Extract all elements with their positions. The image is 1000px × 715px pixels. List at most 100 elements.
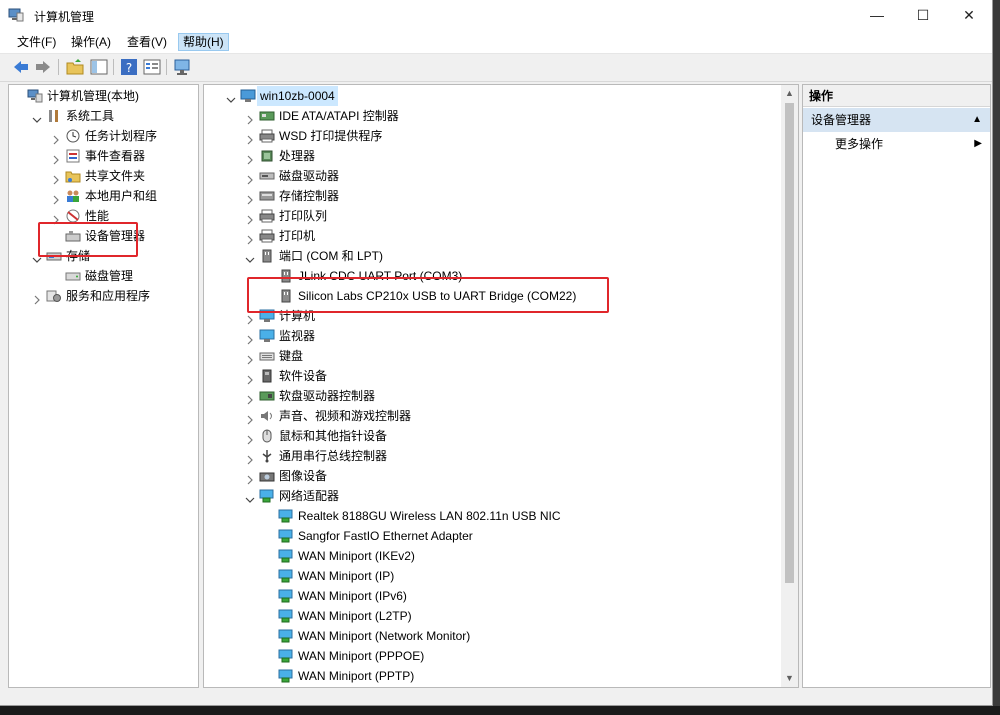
chevron-right-icon[interactable] [51,131,61,145]
device-tree-item[interactable]: WAN Miniport (L2TP) [264,606,784,626]
actions-group-label: 设备管理器 [811,113,872,127]
chevron-right-icon[interactable] [51,191,61,205]
device-tree-item[interactable]: 鼠标和其他指针设备 [245,426,765,446]
device-tree-item[interactable]: WAN Miniport (IP) [264,566,784,586]
device-tree-item[interactable]: WAN Miniport (PPPOE) [264,646,784,666]
chevron-right-icon[interactable] [245,171,255,185]
device-tree-item[interactable]: 打印队列 [245,206,765,226]
monitor-scan-icon[interactable] [173,58,191,76]
navigation-tree-pane: 计算机管理(本地) 系统工具 任务计划程序 事件查看器 共享文件夹 本地用户和组 性能 设备管… [8,84,199,688]
device-tree-item[interactable]: 图像设备 [245,466,765,486]
device-tree-item-label: WAN Miniport (Network Monitor) [298,629,471,643]
chevron-right-icon[interactable] [51,171,61,185]
chevron-right-icon[interactable] [245,451,255,465]
scrollbar-thumb[interactable] [785,103,794,583]
minimize-button[interactable]: — [854,0,900,31]
chevron-right-icon[interactable] [245,111,255,125]
menu-help[interactable]: 帮助(H) [178,33,229,51]
chevron-right-icon[interactable] [245,331,255,345]
nav-tree-item[interactable]: 本地用户和组 [51,186,198,206]
chevron-right-icon[interactable] [245,231,255,245]
device-tree-item[interactable]: 处理器 [245,146,765,166]
device-tree-item-label: 软件设备 [279,369,328,383]
svg-text:?: ? [126,61,132,75]
collapse-up-icon[interactable]: ▲ [972,108,982,132]
device-tree-item[interactable]: 通用串行总线控制器 [245,446,765,466]
menu-view[interactable]: 查看(V) [123,34,171,50]
chevron-right-icon[interactable] [245,431,255,445]
chevron-right-icon[interactable] [245,411,255,425]
device-tree-item[interactable]: 存储控制器 [245,186,765,206]
chevron-right-icon[interactable] [51,211,61,225]
nav-tree-item-label: 服务和应用程序 [66,289,151,303]
nav-tree-item[interactable]: 任务计划程序 [51,126,198,146]
chevron-right-icon[interactable] [245,151,255,165]
menu-action[interactable]: 操作(A) [67,34,115,50]
device-tree-item[interactable]: 打印机 [245,226,765,246]
network-adapter-icon [278,629,294,643]
device-tree-item-label: 端口 (COM 和 LPT) [279,249,383,263]
chevron-right-icon[interactable] [245,211,255,225]
up-folder-icon[interactable] [66,58,84,76]
network-adapter-icon [278,589,294,603]
device-tree-item[interactable]: 磁盘驱动器 [245,166,765,186]
chevron-right-icon[interactable] [245,471,255,485]
maximize-button[interactable]: ☐ [900,0,946,31]
close-button[interactable]: ✕ [946,0,992,31]
device-tree-item[interactable]: 软件设备 [245,366,765,386]
device-tree-item[interactable]: WAN Miniport (PPTP) [264,666,784,686]
device-tree-item-label: 处理器 [279,149,316,163]
device-tree-item[interactable]: 网络适配器 [245,486,765,506]
chevron-right-icon[interactable] [245,391,255,405]
nav-tree-item[interactable]: 系统工具 [32,106,198,126]
device-tree-item[interactable]: IDE ATA/ATAPI 控制器 [245,106,765,126]
device-tree-item[interactable]: 声音、视频和游戏控制器 [245,406,765,426]
forward-arrow-icon[interactable] [34,58,52,76]
title-bar[interactable]: 计算机管理 — ☐ ✕ [0,0,992,31]
device-tree-item[interactable]: 键盘 [245,346,765,366]
chevron-right-icon[interactable] [245,191,255,205]
nav-tree-item-label: 事件查看器 [85,149,146,163]
printer-icon [259,229,275,243]
device-tree-item[interactable]: Realtek 8188GU Wireless LAN 802.11n USB … [264,506,784,526]
chevron-right-icon[interactable] [51,151,61,165]
chevron-down-icon[interactable] [245,251,255,263]
network-adapter-icon [278,669,294,683]
properties-icon[interactable] [143,58,161,76]
device-tree-item-label: Realtek 8188GU Wireless LAN 802.11n USB … [298,509,561,523]
actions-group-device-manager[interactable]: 设备管理器 ▲ [803,108,990,132]
menu-file[interactable]: 文件(F) [13,34,60,50]
chevron-right-icon[interactable] [245,351,255,365]
more-actions-item[interactable]: 更多操作 ▶ [803,134,990,154]
device-tree-item[interactable]: WAN Miniport (IKEv2) [264,546,784,566]
nav-tree-item[interactable]: 共享文件夹 [51,166,198,186]
back-arrow-icon[interactable] [12,58,30,76]
event-viewer-icon [65,149,81,163]
camera-icon [259,469,275,483]
computer-management-window: 计算机管理 — ☐ ✕ 文件(F) 操作(A) 查看(V) 帮助(H) ? 计算… [0,0,993,706]
device-tree-item[interactable]: win10zb-0004 [226,86,746,106]
nav-tree-item[interactable]: 磁盘管理 [51,266,198,286]
nav-tree-item[interactable]: 事件查看器 [51,146,198,166]
chevron-down-icon[interactable] [32,111,42,123]
chevron-right-icon[interactable] [32,291,42,305]
nav-tree-item[interactable]: 计算机管理(本地) [13,86,198,106]
device-tree-item[interactable]: 监视器 [245,326,765,346]
toolbar: ? [0,54,992,82]
device-tree-item[interactable]: 端口 (COM 和 LPT) [245,246,765,266]
device-tree-item[interactable]: 软盘驱动器控制器 [245,386,765,406]
chevron-down-icon[interactable] [245,491,255,503]
chevron-down-icon[interactable] [226,91,236,103]
scroll-up-icon[interactable]: ▲ [781,85,798,102]
chevron-right-icon[interactable] [245,131,255,145]
show-hide-tree-icon[interactable] [90,58,108,76]
device-tree-item[interactable]: WAN Miniport (Network Monitor) [264,626,784,646]
device-tree-item-label: 通用串行总线控制器 [279,449,388,463]
device-tree-item[interactable]: WAN Miniport (IPv6) [264,586,784,606]
help-icon[interactable]: ? [120,58,138,76]
nav-tree-item[interactable]: 服务和应用程序 [32,286,198,306]
device-tree-item[interactable]: Sangfor FastIO Ethernet Adapter [264,526,784,546]
device-tree-item[interactable]: WSD 打印提供程序 [245,126,765,146]
tools-icon [46,109,62,123]
chevron-right-icon[interactable] [245,371,255,385]
